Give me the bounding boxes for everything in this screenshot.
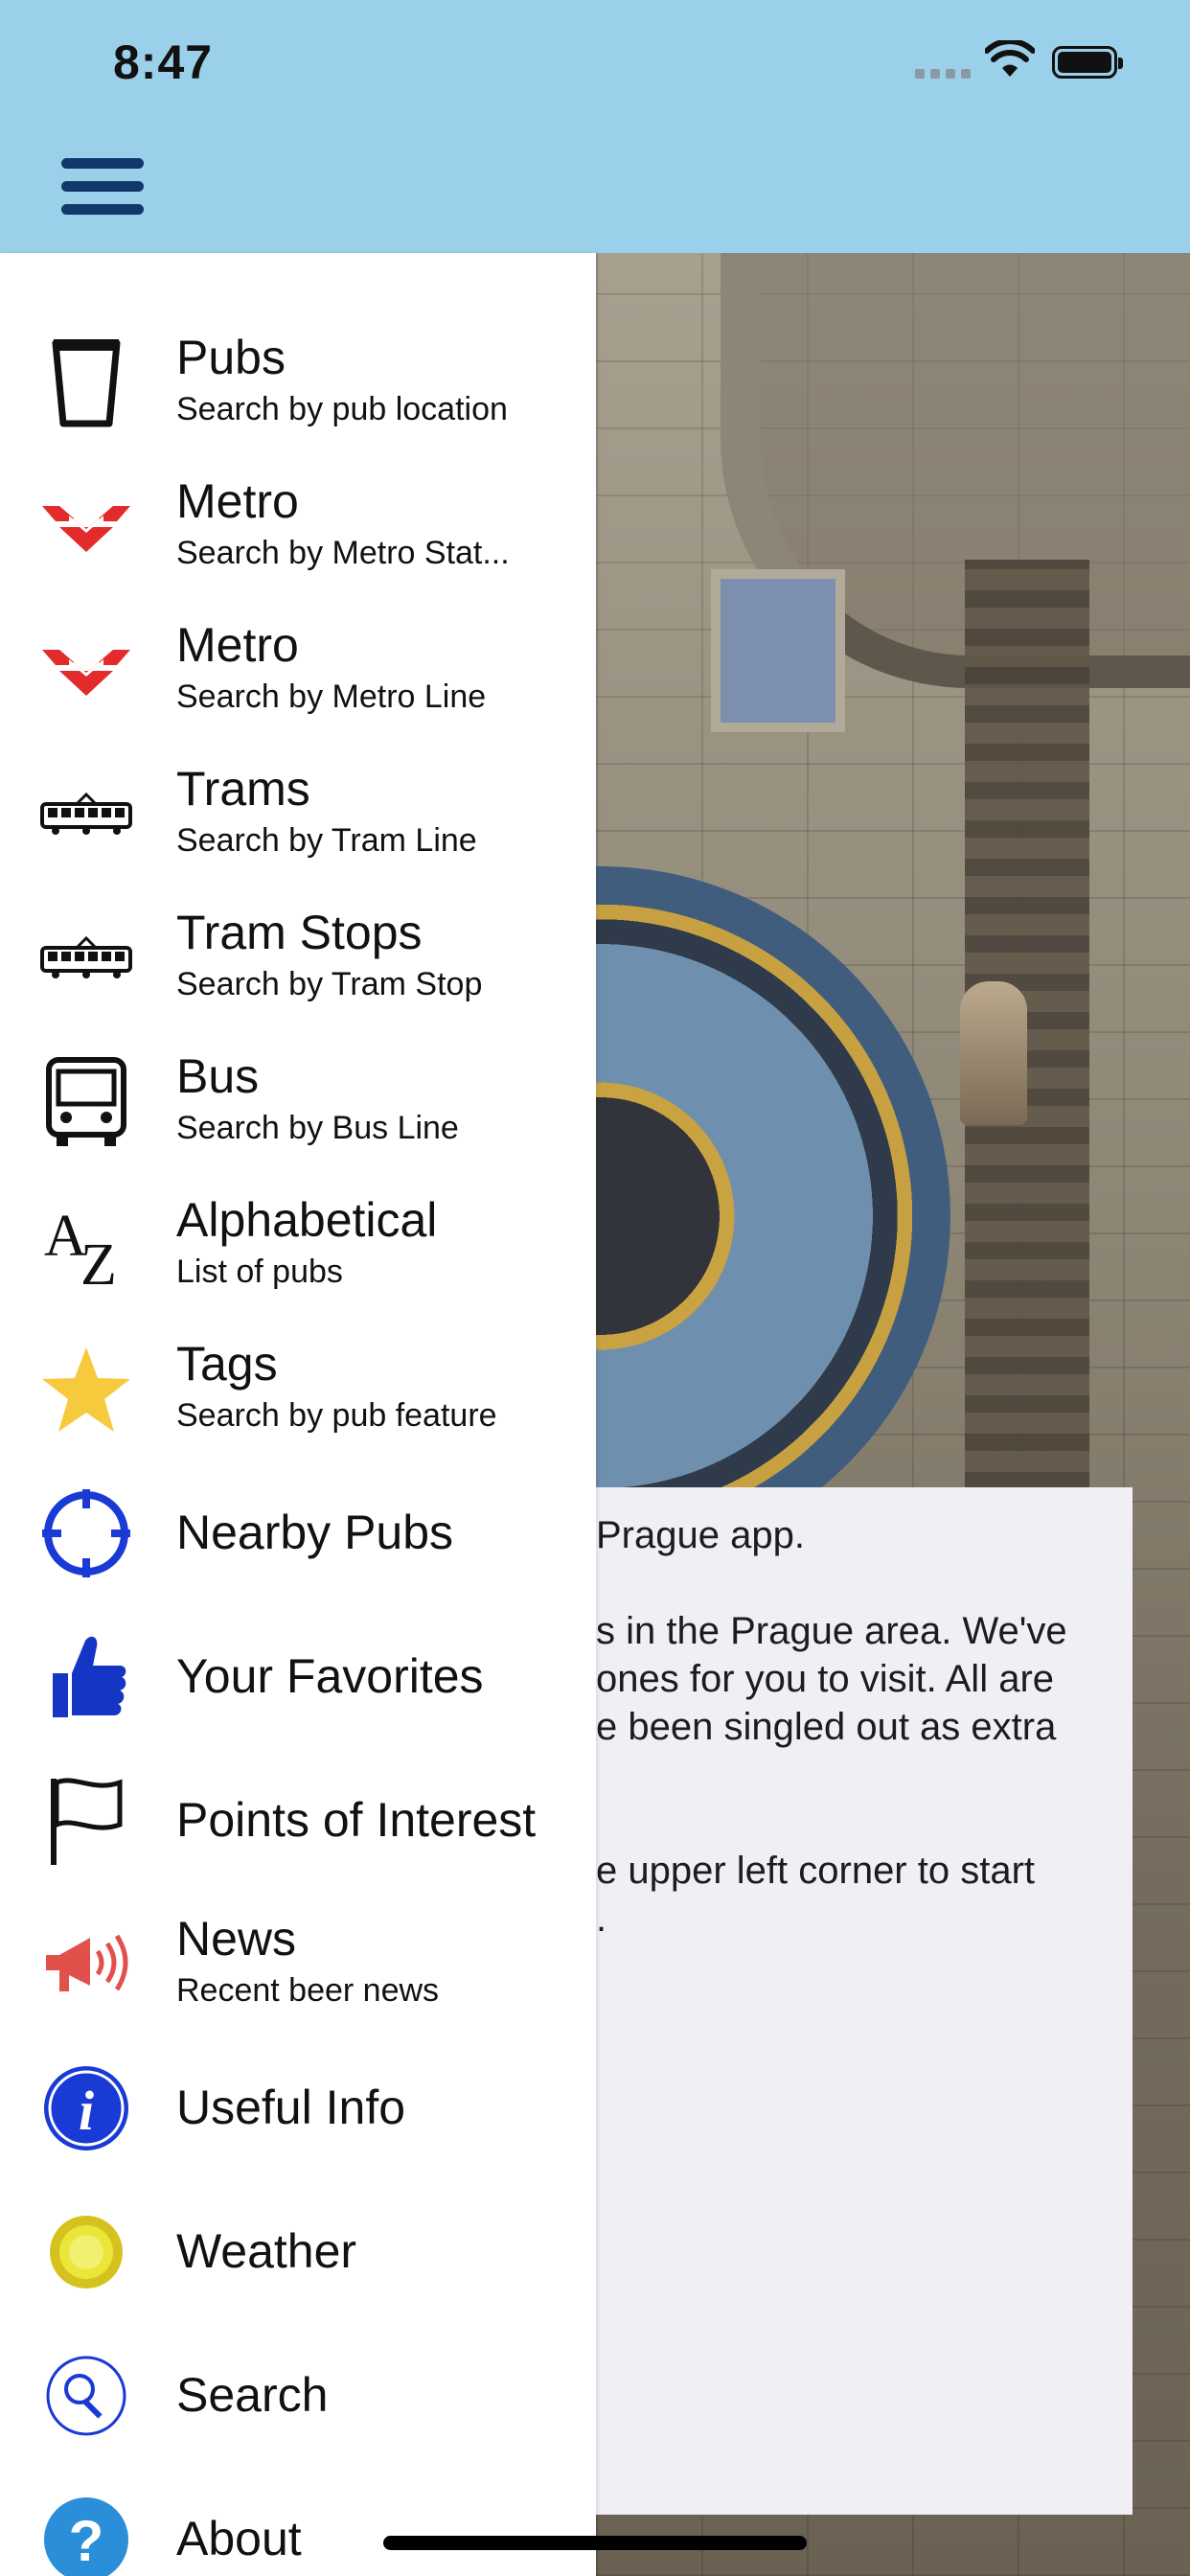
menu-item-subtitle: Search by Metro Stat... — [176, 535, 510, 571]
pint-glass-icon — [38, 335, 134, 431]
sun-icon — [38, 2204, 134, 2300]
menu-item-metro-station[interactable]: Metro Search by Metro Stat... — [0, 454, 596, 598]
menu-item-label: Tags — [176, 1337, 278, 1391]
metro-logo-icon — [38, 623, 134, 719]
welcome-text-line: Prague app. — [596, 1514, 805, 1556]
menu-item-news[interactable]: News Recent beer news — [0, 1892, 596, 2036]
status-time: 8:47 — [113, 35, 214, 89]
battery-icon — [1052, 46, 1123, 79]
menu-item-label: Trams — [176, 762, 310, 816]
welcome-text-line: . — [596, 1898, 607, 1940]
menu-item-subtitle: Search by Tram Line — [176, 822, 477, 859]
menu-item-label: Metro — [176, 618, 299, 672]
side-menu-drawer: Pubs Search by pub location Metro Search… — [0, 253, 596, 2576]
menu-item-subtitle: List of pubs — [176, 1254, 343, 1290]
menu-item-label: Tram Stops — [176, 906, 423, 959]
menu-item-weather[interactable]: Weather — [0, 2179, 596, 2323]
menu-item-label: Pubs — [176, 331, 286, 384]
menu-item-label: Metro — [176, 474, 299, 528]
menu-item-subtitle: Search by Tram Stop — [176, 966, 483, 1002]
thumbs-up-icon — [38, 1629, 134, 1725]
wifi-icon — [985, 40, 1035, 77]
menu-item-pubs[interactable]: Pubs Search by pub location — [0, 310, 596, 454]
menu-item-subtitle: Search by Bus Line — [176, 1110, 459, 1146]
crosshair-icon — [38, 1485, 134, 1581]
menu-item-label: Bus — [176, 1049, 260, 1103]
svg-text:i: i — [79, 2080, 94, 2142]
info-icon: i — [38, 2060, 134, 2156]
menu-item-label: Search — [176, 2368, 329, 2422]
menu-item-label: Nearby Pubs — [176, 1506, 454, 1559]
menu-item-search[interactable]: Search — [0, 2323, 596, 2467]
hamburger-menu-button[interactable] — [61, 158, 144, 216]
svg-text:?: ? — [69, 2509, 104, 2573]
welcome-text-line: ones for you to visit. All are — [596, 1658, 1055, 1700]
menu-item-about[interactable]: ? About — [0, 2467, 596, 2576]
menu-item-trams[interactable]: Trams Search by Tram Line — [0, 742, 596, 886]
menu-item-label: Weather — [176, 2224, 357, 2278]
welcome-text-line: s in the Prague area. We've — [596, 1610, 1067, 1652]
tram-icon — [38, 767, 134, 862]
welcome-text-line: e upper left corner to start — [596, 1850, 1036, 1892]
star-icon — [38, 1342, 134, 1438]
tram-icon — [38, 910, 134, 1006]
search-icon — [38, 2348, 134, 2444]
menu-item-useful-info[interactable]: i Useful Info — [0, 2036, 596, 2179]
megaphone-icon — [38, 1917, 134, 2012]
menu-item-subtitle: Search by pub feature — [176, 1397, 497, 1434]
help-icon: ? — [38, 2492, 134, 2576]
metro-logo-icon — [38, 479, 134, 575]
menu-item-tags[interactable]: Tags Search by pub feature — [0, 1317, 596, 1460]
menu-item-label: News — [176, 1912, 297, 1966]
flag-icon — [38, 1773, 134, 1869]
menu-item-subtitle: Search by pub location — [176, 391, 508, 427]
bus-icon — [38, 1054, 134, 1150]
menu-item-label: About — [176, 2512, 302, 2565]
menu-item-tram-stops[interactable]: Tram Stops Search by Tram Stop — [0, 886, 596, 1029]
menu-item-your-favorites[interactable]: Your Favorites — [0, 1604, 596, 1748]
menu-item-subtitle: Recent beer news — [176, 1972, 440, 2009]
menu-item-nearby-pubs[interactable]: Nearby Pubs — [0, 1460, 596, 1604]
menu-item-metro-line[interactable]: Metro Search by Metro Line — [0, 598, 596, 742]
menu-item-alphabetical[interactable]: AZ Alphabetical List of pubs — [0, 1173, 596, 1317]
welcome-text-line: e been singled out as extra — [596, 1706, 1057, 1748]
svg-text:Z: Z — [80, 1232, 117, 1292]
a-z-icon: AZ — [38, 1198, 134, 1294]
welcome-panel: Prague app. s in the Prague area. We've … — [596, 1487, 1133, 2515]
header-bar: 8:47 — [0, 0, 1190, 253]
menu-item-label: Alphabetical — [176, 1193, 438, 1247]
menu-item-label: Points of Interest — [176, 1793, 537, 1847]
menu-item-subtitle: Search by Metro Line — [176, 678, 487, 715]
menu-item-bus[interactable]: Bus Search by Bus Line — [0, 1029, 596, 1173]
menu-item-label: Useful Info — [176, 2081, 406, 2134]
home-indicator[interactable] — [383, 2536, 807, 2550]
cellular-signal-icon — [915, 69, 971, 80]
menu-item-points-of-interest[interactable]: Points of Interest — [0, 1748, 596, 1892]
menu-item-label: Your Favorites — [176, 1649, 484, 1703]
